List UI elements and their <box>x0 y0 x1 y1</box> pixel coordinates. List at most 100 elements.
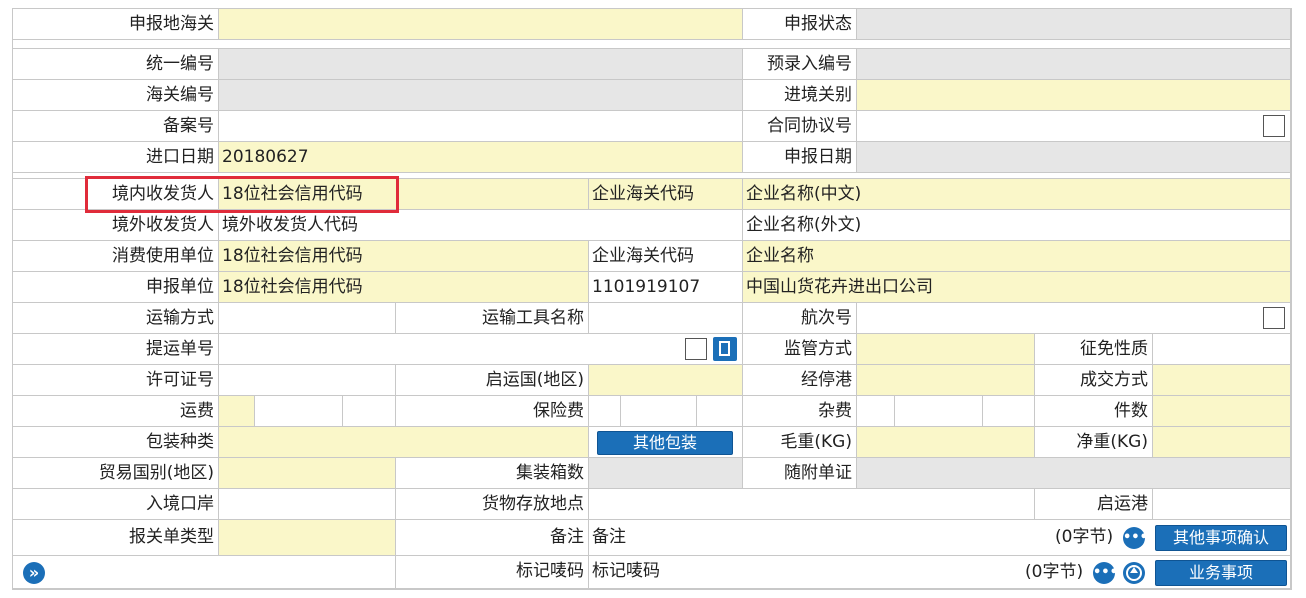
label-remark: 备注 <box>396 520 589 556</box>
customs-declaration-form: 申报地海关 申报状态 统一编号 预录入编号 海关编号 进境关别 备案号 合同协议… <box>12 8 1292 590</box>
label-pre-entry-no: 预录入编号 <box>743 49 857 80</box>
label-declare-date: 申报日期 <box>743 142 857 173</box>
label-misc-fee: 杂费 <box>743 396 857 427</box>
label-customs-no: 海关编号 <box>13 80 219 111</box>
foreign-consignor-code-field[interactable]: 境外收发货人代码 <box>219 210 743 241</box>
label-gross-weight: 毛重(KG) <box>743 427 857 458</box>
label-trade-country: 贸易国别(地区) <box>13 458 219 489</box>
transport-mode-field[interactable] <box>219 303 396 334</box>
attached-docs-field <box>857 458 1291 489</box>
domestic-customs-code-field[interactable]: 企业海关代码 <box>589 179 743 210</box>
label-levy-nature: 征免性质 <box>1035 334 1153 365</box>
label-stop-port: 经停港 <box>743 365 857 396</box>
contract-no-field[interactable] <box>857 111 1291 142</box>
contract-checkbox[interactable] <box>1263 115 1285 137</box>
unified-no-field <box>219 49 743 80</box>
marks-byte-count: (0字节) <box>1025 562 1084 582</box>
label-entry-port: 入境口岸 <box>13 489 219 520</box>
label-declaration-type: 报关单类型 <box>13 520 219 556</box>
voyage-checkbox[interactable] <box>1263 307 1285 329</box>
insurance-currency-field[interactable] <box>697 396 743 427</box>
label-pack-type: 包装种类 <box>13 427 219 458</box>
label-declare-customs: 申报地海关 <box>13 9 219 40</box>
bill-no-checkbox[interactable] <box>685 338 707 360</box>
domestic-company-name-field[interactable]: 企业名称(中文) <box>743 179 1291 210</box>
supervision-mode-field[interactable] <box>857 334 1035 365</box>
pieces-field[interactable] <box>1153 396 1291 427</box>
record-no-field[interactable] <box>219 111 743 142</box>
consumer-credit-code-field[interactable]: 18位社会信用代码 <box>219 241 589 272</box>
license-no-field[interactable] <box>219 365 396 396</box>
import-date-field[interactable]: 20180627 <box>219 142 743 173</box>
label-marks: 标记唛码 <box>396 556 589 589</box>
label-declare-status: 申报状态 <box>743 9 857 40</box>
label-goods-location: 货物存放地点 <box>396 489 589 520</box>
levy-nature-field[interactable] <box>1153 334 1291 365</box>
foreign-company-name-field[interactable]: 企业名称(外文) <box>743 210 1291 241</box>
label-import-date: 进口日期 <box>13 142 219 173</box>
document-icon[interactable] <box>713 337 737 361</box>
label-freight: 运费 <box>13 396 219 427</box>
misc-currency-field[interactable] <box>983 396 1035 427</box>
declare-credit-code-field[interactable]: 18位社会信用代码 <box>219 272 589 303</box>
row-spacer <box>13 40 1291 49</box>
stop-port-field[interactable] <box>857 365 1035 396</box>
declare-status-field <box>857 9 1291 40</box>
departure-port-field[interactable] <box>1153 489 1291 520</box>
label-departure-country: 启运国(地区) <box>396 365 589 396</box>
voyage-no-field[interactable] <box>857 303 1291 334</box>
label-voyage-no: 航次号 <box>743 303 857 334</box>
label-record-no: 备案号 <box>13 111 219 142</box>
label-consumer-unit: 消费使用单位 <box>13 241 219 272</box>
misc-type-field[interactable] <box>857 396 895 427</box>
declare-date-field <box>857 142 1291 173</box>
marks-more-icon[interactable]: ••• <box>1093 562 1118 584</box>
pack-type-field[interactable] <box>219 427 589 458</box>
goods-location-field[interactable] <box>589 489 1035 520</box>
label-net-weight: 净重(KG) <box>1035 427 1153 458</box>
label-supervision-mode: 监管方式 <box>743 334 857 365</box>
declare-company-name-field[interactable]: 中国山货花卉进出口公司 <box>743 272 1291 303</box>
label-entry-customs: 进境关别 <box>743 80 857 111</box>
declare-customs-code-field[interactable]: 1101919107 <box>589 272 743 303</box>
label-declare-unit: 申报单位 <box>13 272 219 303</box>
label-pieces: 件数 <box>1035 396 1153 427</box>
container-count-field <box>589 458 743 489</box>
departure-country-field[interactable] <box>589 365 743 396</box>
remark-byte-count: (0字节) <box>1055 527 1114 547</box>
label-transport-tool: 运输工具名称 <box>396 303 589 334</box>
freight-currency-field[interactable] <box>343 396 396 427</box>
declaration-type-field[interactable] <box>219 520 396 556</box>
other-packaging-button[interactable]: 其他包装 <box>597 431 733 455</box>
consumer-customs-code-field[interactable]: 企业海关代码 <box>589 241 743 272</box>
consumer-company-name-field[interactable]: 企业名称 <box>743 241 1291 272</box>
label-bill-no: 提运单号 <box>13 334 219 365</box>
trade-country-field[interactable] <box>219 458 396 489</box>
label-deal-mode: 成交方式 <box>1035 365 1153 396</box>
net-weight-field[interactable] <box>1153 427 1291 458</box>
freight-rate-field[interactable] <box>255 396 343 427</box>
label-attached-docs: 随附单证 <box>743 458 857 489</box>
upload-icon[interactable] <box>1123 562 1145 584</box>
insurance-type-field[interactable] <box>589 396 621 427</box>
entry-port-field[interactable] <box>219 489 396 520</box>
other-items-confirm-button[interactable]: 其他事项确认 <box>1155 525 1287 551</box>
entry-customs-field[interactable] <box>857 80 1291 111</box>
freight-type-field[interactable] <box>219 396 255 427</box>
transport-tool-field[interactable] <box>589 303 743 334</box>
misc-rate-field[interactable] <box>895 396 983 427</box>
gross-weight-field[interactable] <box>857 427 1035 458</box>
highlight-box <box>85 176 399 213</box>
customs-no-field <box>219 80 743 111</box>
pre-entry-no-field <box>857 49 1291 80</box>
insurance-rate-field[interactable] <box>621 396 697 427</box>
remark-more-icon[interactable]: ••• <box>1123 527 1148 549</box>
label-unified-no: 统一编号 <box>13 49 219 80</box>
business-items-button[interactable]: 业务事项 <box>1155 560 1287 586</box>
label-departure-port: 启运港 <box>1035 489 1153 520</box>
expand-icon[interactable]: » <box>23 562 45 584</box>
declare-customs-field[interactable] <box>219 9 743 40</box>
label-license-no: 许可证号 <box>13 365 219 396</box>
deal-mode-field[interactable] <box>1153 365 1291 396</box>
bill-no-field[interactable] <box>219 334 743 365</box>
